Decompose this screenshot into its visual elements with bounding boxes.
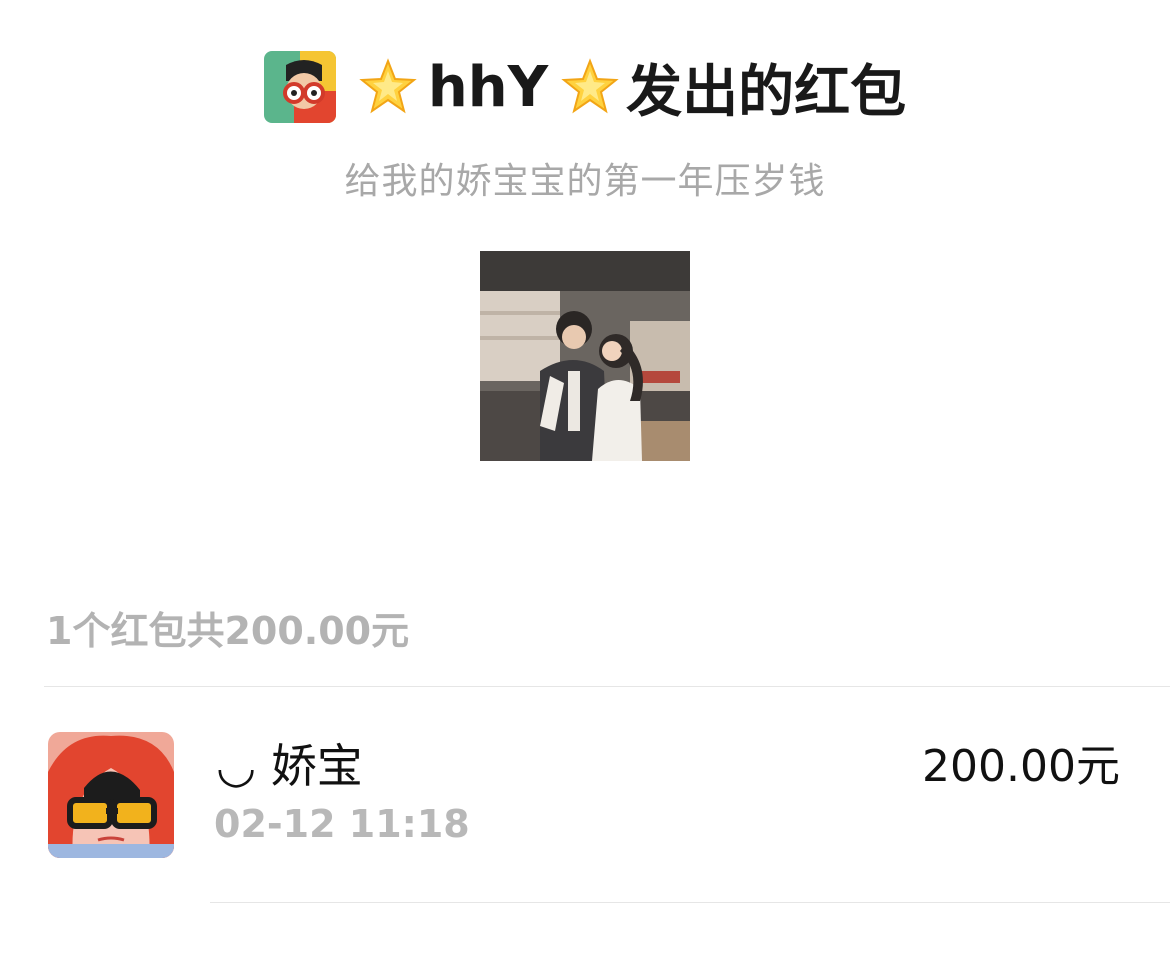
star-icon [560, 57, 620, 117]
receive-time: 02-12 11:18 [214, 802, 470, 846]
attached-photo[interactable] [480, 251, 690, 461]
star-icon [358, 57, 418, 117]
title-suffix: 发出的红包 [626, 59, 907, 125]
list-item[interactable]: ◡ 娇宝 02-12 11:18 200.00元 [0, 686, 1170, 902]
receiver-name: ◡ 娇宝 [216, 739, 363, 793]
divider [210, 902, 1170, 903]
red-packet-header: hhY 发出的红包 [0, 50, 1170, 125]
sender-name: hhY [427, 54, 549, 120]
received-amount: 200.00元 [922, 741, 1120, 792]
sender-avatar[interactable] [263, 51, 336, 123]
receiver-avatar[interactable] [48, 732, 174, 858]
page-title: hhY 发出的红包 [358, 47, 906, 128]
packet-summary: 1个红包共200.00元 [46, 609, 410, 653]
blessing-message: 给我的娇宝宝的第一年压岁钱 [344, 161, 826, 202]
